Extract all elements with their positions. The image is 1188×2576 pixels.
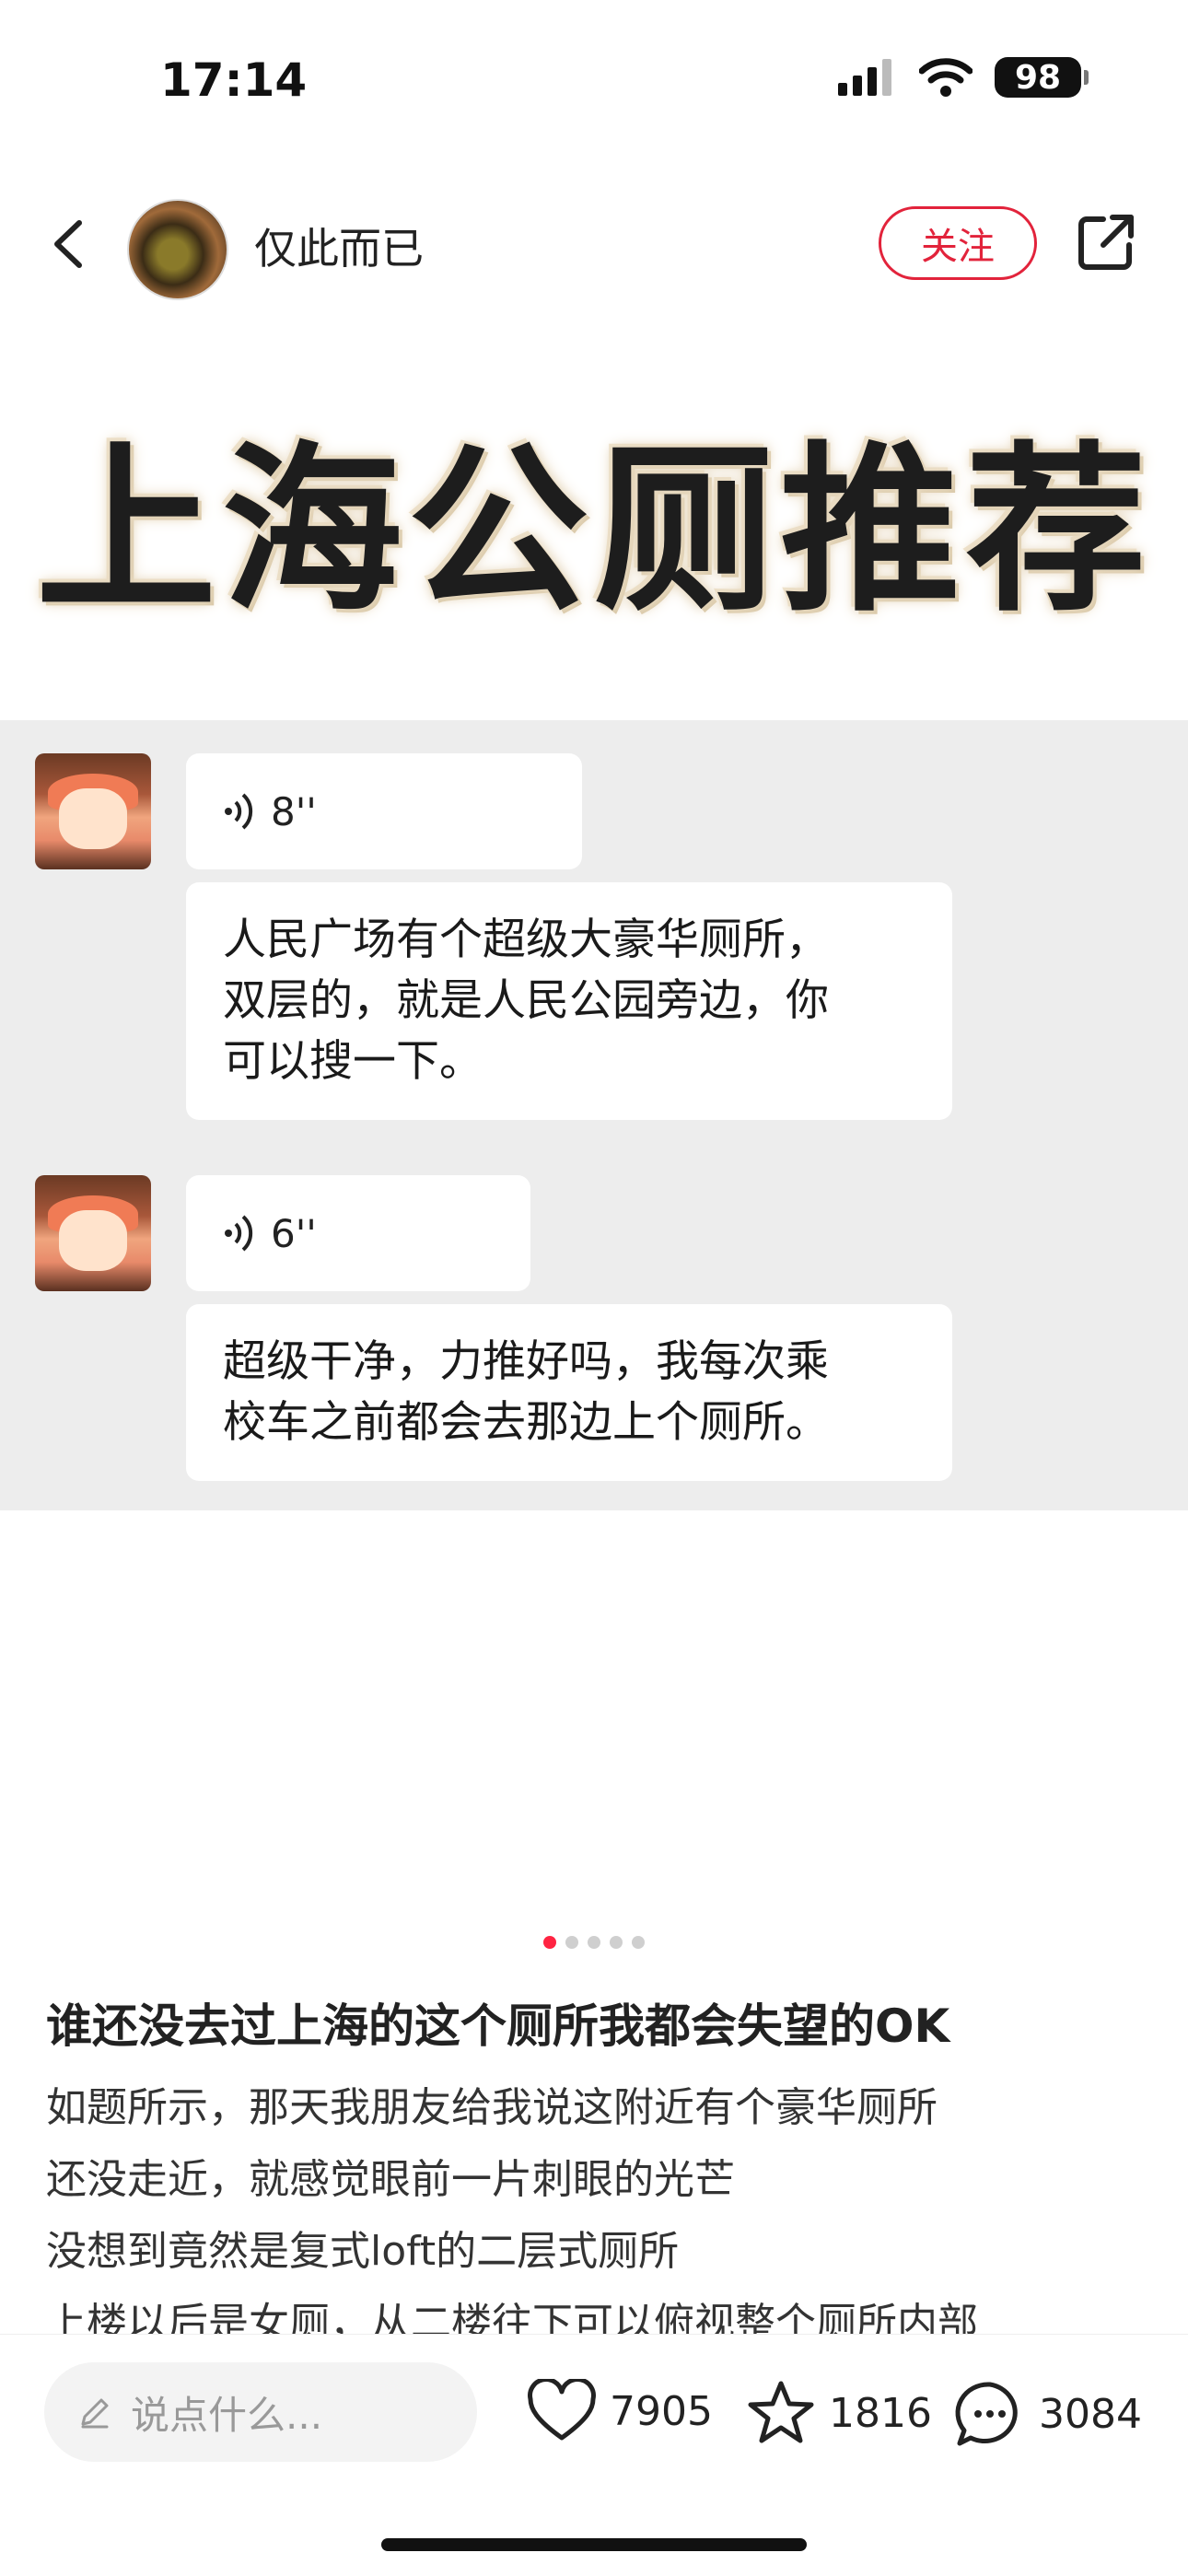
voice-wave-icon xyxy=(225,793,253,830)
comment-placeholder: 说点什么... xyxy=(131,2392,323,2438)
message-line: 校车之前都会去那边上个厕所。 xyxy=(223,1397,829,1448)
voice-wave-icon xyxy=(225,1215,253,1252)
voice-duration: 8'' xyxy=(271,788,317,834)
post-body-line: 还没走近，就感觉眼前一片刺眼的光芒 xyxy=(46,2156,735,2203)
comment-input[interactable]: 说点什么... xyxy=(44,2362,477,2462)
text-message: 人民广场有个超级大豪华厕所， 双层的，就是人民公园旁边，你 可以搜一下。 xyxy=(186,882,952,1120)
like-count: 7905 xyxy=(610,2387,713,2435)
collect-button[interactable]: 1816 xyxy=(746,2379,932,2447)
author-avatar[interactable] xyxy=(127,199,228,300)
back-arrow-icon[interactable] xyxy=(46,217,92,271)
comment-count: 3084 xyxy=(1039,2390,1142,2438)
voice-message: 8'' xyxy=(186,753,582,869)
chat-avatar xyxy=(35,1175,151,1291)
heart-icon xyxy=(528,2379,596,2441)
status-time: 17:14 xyxy=(160,53,308,107)
message-line: 超级干净，力推好吗，我每次乘 xyxy=(223,1336,829,1387)
voice-message: 6'' xyxy=(186,1175,530,1291)
signal-icon xyxy=(838,59,891,96)
post-header: 仅此而已 关注 xyxy=(0,192,1188,300)
chat-screenshot: 8'' 人民广场有个超级大豪华厕所， 双层的，就是人民公园旁边，你 可以搜一下。… xyxy=(0,720,1188,1510)
post-title: 谁还没去过上海的这个厕所我都会失望的OK xyxy=(46,1999,950,2053)
share-icon[interactable] xyxy=(1076,212,1136,273)
battery-icon: 98 xyxy=(995,57,1089,98)
image-banner-title: 上海公厕推荐 xyxy=(35,426,1152,636)
pager-dot[interactable] xyxy=(565,1936,578,1949)
pager-dot[interactable] xyxy=(588,1936,600,1949)
image-pager xyxy=(0,1936,1188,1949)
post-body-line: 没想到竟然是复式loft的二层式厕所 xyxy=(46,2228,680,2275)
home-indicator[interactable] xyxy=(381,2538,807,2551)
pager-dot[interactable] xyxy=(610,1936,623,1949)
status-icons: 98 xyxy=(838,57,1089,98)
post-body: 如题所示，那天我朋友给我说这附近有个豪华厕所 还没走近，就感觉眼前一片刺眼的光芒… xyxy=(46,2072,1142,2360)
pencil-icon xyxy=(81,2398,109,2429)
author-name[interactable]: 仅此而已 xyxy=(254,216,424,276)
star-count: 1816 xyxy=(829,2389,932,2437)
post-body-line: 如题所示，那天我朋友给我说这附近有个豪华厕所 xyxy=(46,2084,938,2131)
follow-button[interactable]: 关注 xyxy=(879,206,1037,280)
comment-bubble-icon xyxy=(955,2382,1018,2446)
wifi-icon xyxy=(919,58,973,97)
message-line: 双层的，就是人民公园旁边，你 xyxy=(223,975,829,1026)
like-button[interactable]: 7905 xyxy=(527,2379,713,2443)
message-line: 人民广场有个超级大豪华厕所， xyxy=(223,915,829,965)
comment-button[interactable]: 3084 xyxy=(954,2379,1142,2449)
pager-dot-active[interactable] xyxy=(543,1936,556,1949)
message-line: 可以搜一下。 xyxy=(223,1036,483,1087)
voice-duration: 6'' xyxy=(271,1210,317,1256)
pager-dot[interactable] xyxy=(632,1936,645,1949)
star-icon xyxy=(748,2381,814,2443)
chat-avatar xyxy=(35,753,151,869)
text-message: 超级干净，力推好吗，我每次乘 校车之前都会去那边上个厕所。 xyxy=(186,1304,952,1481)
